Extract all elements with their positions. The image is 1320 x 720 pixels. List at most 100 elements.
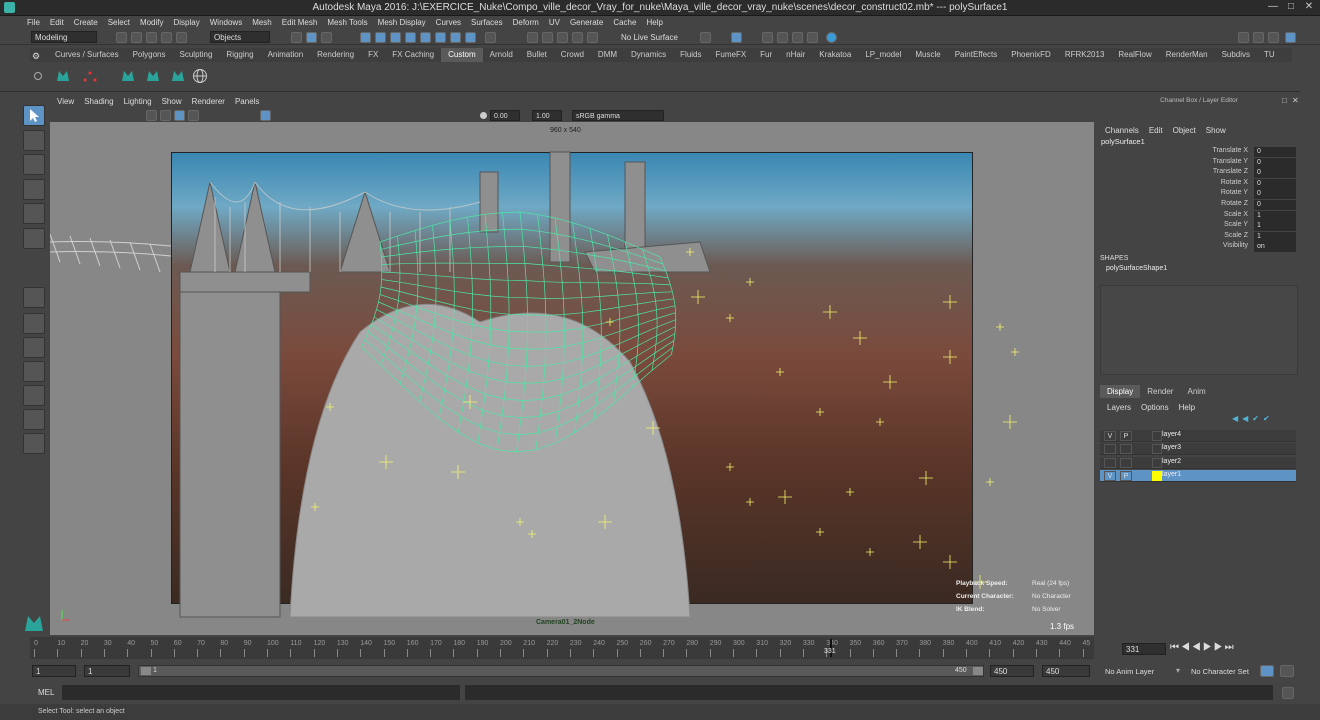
snap-curve-icon[interactable] — [542, 32, 553, 43]
channel-menu-show[interactable]: Show — [1201, 124, 1231, 138]
move-tool-icon[interactable] — [23, 179, 45, 200]
shelf-tab-renderman[interactable]: RenderMan — [1159, 48, 1215, 62]
select-by-handle-icon[interactable] — [360, 32, 371, 43]
shelf-tab-krakatoa[interactable]: Krakatoa — [812, 48, 858, 62]
select-by-dynamic-icon[interactable] — [435, 32, 446, 43]
construction-history-icon[interactable] — [700, 32, 711, 43]
menu-modify[interactable]: Modify — [135, 16, 169, 29]
hierarchy-mode-icon[interactable] — [291, 32, 302, 43]
shelf-sphere-icon[interactable] — [192, 68, 208, 84]
viewport-menu-view[interactable]: View — [52, 95, 79, 109]
layer-visibility-toggle[interactable] — [1104, 457, 1116, 468]
scale-tool-icon[interactable] — [23, 228, 45, 249]
command-language-label[interactable]: MEL — [38, 688, 54, 697]
channel-value-translate-y[interactable]: 0 — [1254, 157, 1296, 168]
menu-cache[interactable]: Cache — [608, 16, 641, 29]
smooth-shade-icon[interactable] — [174, 110, 185, 121]
color-space-dropdown[interactable]: sRGB gamma — [572, 110, 664, 121]
render-sequence-icon[interactable] — [826, 32, 837, 43]
range-start-handle[interactable] — [141, 667, 151, 675]
rotate-tool-icon[interactable] — [23, 203, 45, 224]
menu-file[interactable]: File — [22, 16, 45, 29]
select-by-misc-icon[interactable] — [465, 32, 476, 43]
exposure-field[interactable]: 0.00 — [490, 110, 520, 121]
command-input[interactable] — [62, 685, 460, 700]
shelf-tab-fur[interactable]: Fur — [753, 48, 779, 62]
shelf-tab-fumefx[interactable]: FumeFX — [709, 48, 754, 62]
anim-layer-arrow-icon[interactable]: ▾ — [1176, 666, 1180, 675]
channel-label-rotate-x[interactable]: Rotate X — [1156, 179, 1248, 186]
channel-label-scale-x[interactable]: Scale X — [1156, 211, 1248, 218]
new-scene-icon[interactable] — [116, 32, 127, 43]
menu-curves[interactable]: Curves — [431, 16, 466, 29]
shelf-tab-animation[interactable]: Animation — [261, 48, 311, 62]
close-icon[interactable]: ✕ — [1302, 1, 1316, 13]
viewport-menu-shading[interactable]: Shading — [79, 95, 118, 109]
menu-mesh-display[interactable]: Mesh Display — [373, 16, 431, 29]
channel-label-scale-y[interactable]: Scale Y — [1156, 221, 1248, 228]
minimize-icon[interactable]: — — [1266, 1, 1280, 13]
shelf-tab-lp-model[interactable]: LP_model — [858, 48, 908, 62]
render-view-icon[interactable] — [731, 32, 742, 43]
auto-key-icon[interactable] — [1260, 665, 1274, 677]
channel-menu-channels[interactable]: Channels — [1100, 124, 1144, 138]
channel-value-translate-x[interactable]: 0 — [1254, 147, 1296, 157]
menu-display[interactable]: Display — [169, 16, 205, 29]
select-by-render-icon[interactable] — [450, 32, 461, 43]
shelf-tab-dynamics[interactable]: Dynamics — [624, 48, 673, 62]
layer-playback-toggle[interactable]: P — [1120, 431, 1132, 441]
layer-menu-help[interactable]: Help — [1174, 401, 1200, 415]
layer-color-swatch[interactable] — [1152, 444, 1162, 455]
exposure-icon[interactable] — [480, 112, 487, 119]
textured-icon[interactable] — [188, 110, 199, 121]
ipr-render-icon[interactable] — [777, 32, 788, 43]
range-bar[interactable]: 1 450 — [138, 665, 984, 677]
animation-start-field[interactable]: 1 — [32, 665, 76, 677]
shelf-tab-fx-caching[interactable]: FX Caching — [385, 48, 441, 62]
workspace-icon[interactable] — [1238, 32, 1249, 43]
shelf-tab-phoenixfd[interactable]: PhoenixFD — [1004, 48, 1058, 62]
shelf-maya-icon-2[interactable] — [120, 68, 136, 84]
shelf-tab-crowd[interactable]: Crowd — [554, 48, 591, 62]
persp-hypershade-layout-icon[interactable] — [23, 385, 45, 406]
isolate-select-icon[interactable] — [260, 110, 271, 121]
menu-windows[interactable]: Windows — [205, 16, 247, 29]
shelf-maya-icon-1[interactable] — [55, 68, 71, 84]
channel-label-rotate-z[interactable]: Rotate Z — [1156, 200, 1248, 207]
menu-generate[interactable]: Generate — [565, 16, 608, 29]
menu-edit[interactable]: Edit — [45, 16, 69, 29]
shelf-tab-polygons[interactable]: Polygons — [126, 48, 173, 62]
wireframe-icon[interactable] — [160, 110, 171, 121]
channel-value-rotate-y[interactable]: 0 — [1254, 189, 1296, 200]
channel-value-rotate-z[interactable]: 0 — [1254, 200, 1296, 210]
select-by-deform-icon[interactable] — [420, 32, 431, 43]
viewport-menu-show[interactable]: Show — [157, 95, 187, 109]
hypershade-icon[interactable] — [807, 32, 818, 43]
layer-playback-toggle[interactable] — [1120, 457, 1132, 468]
channel-label-translate-z[interactable]: Translate Z — [1156, 168, 1248, 175]
shelf-tab-bullet[interactable]: Bullet — [520, 48, 554, 62]
playback-start-field[interactable]: 1 — [84, 665, 130, 677]
3d-viewport[interactable]: 960 x 540 Camera01_2Node Playback Speed:… — [50, 122, 1094, 635]
menu-help[interactable]: Help — [641, 16, 667, 29]
select-by-surface-icon[interactable] — [405, 32, 416, 43]
select-tool-icon[interactable] — [23, 105, 45, 126]
layout-dropdown-icon[interactable] — [23, 433, 45, 454]
menu-select[interactable]: Select — [103, 16, 135, 29]
persp-graph-layout-icon[interactable] — [23, 361, 45, 382]
maximize-icon[interactable]: □ — [1284, 1, 1298, 13]
float-icon[interactable]: □ — [1282, 96, 1287, 105]
menu-mesh[interactable]: Mesh — [247, 16, 277, 29]
layer-row-layer3[interactable]: layer3 — [1100, 443, 1296, 456]
menu-mesh-tools[interactable]: Mesh Tools — [322, 16, 372, 29]
open-scene-icon[interactable] — [131, 32, 142, 43]
channel-label-translate-y[interactable]: Translate Y — [1156, 158, 1248, 165]
layer-tab-render[interactable]: Render — [1140, 385, 1180, 398]
menu-deform[interactable]: Deform — [508, 16, 544, 29]
render-frame-icon[interactable] — [762, 32, 773, 43]
shelf-tab-nhair[interactable]: nHair — [779, 48, 812, 62]
layer-name[interactable]: layer4 — [1162, 431, 1181, 438]
close-panel-icon[interactable]: ✕ — [1292, 96, 1299, 105]
layer-visibility-toggle[interactable]: V — [1104, 431, 1116, 441]
viewport-menu-lighting[interactable]: Lighting — [119, 95, 157, 109]
